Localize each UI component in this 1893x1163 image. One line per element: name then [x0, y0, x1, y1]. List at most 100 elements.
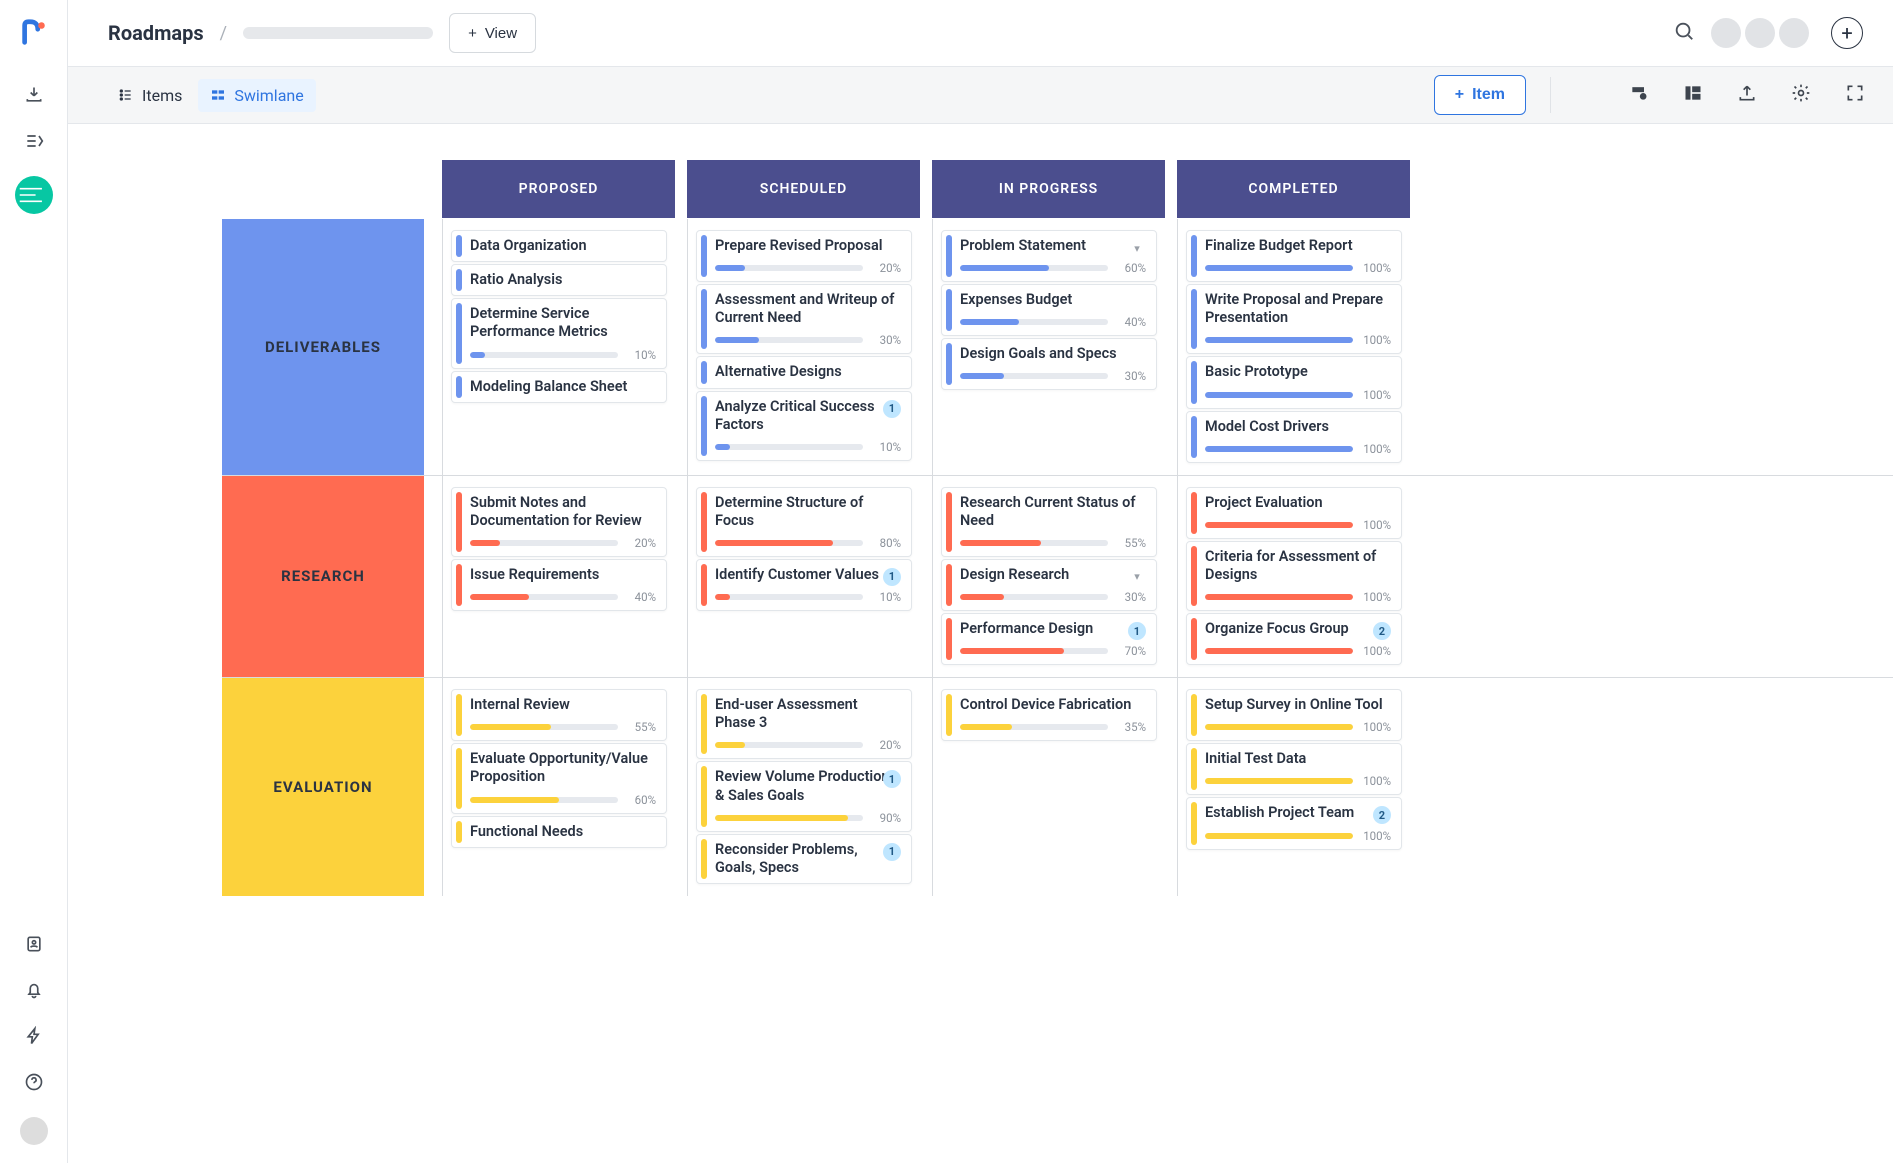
- lane-row: DELIVERABLES Data Organization Ratio Analy…: [222, 219, 1893, 475]
- link-settings-icon[interactable]: [1629, 83, 1649, 107]
- lane-label: DELIVERABLES: [222, 219, 424, 475]
- card[interactable]: Identify Customer Values110%: [696, 559, 912, 611]
- add-view-button[interactable]: + View: [449, 13, 536, 53]
- add-item-button[interactable]: + Item: [1434, 75, 1526, 115]
- card[interactable]: Issue Requirements 40%: [451, 559, 667, 611]
- chevron-down-icon[interactable]: ▾: [1128, 239, 1146, 257]
- progress-fill: [470, 797, 559, 803]
- progress-track: [715, 337, 863, 343]
- progress-row: 100%: [1205, 518, 1391, 532]
- card[interactable]: Determine Service Performance Metrics10%: [451, 298, 667, 368]
- progress-percent: 30%: [1114, 590, 1146, 604]
- progress-track: [715, 540, 863, 546]
- card-title: Expenses Budget: [960, 291, 1146, 309]
- card[interactable]: Setup Survey in Online Tool100%: [1186, 689, 1402, 741]
- tab-swimlane[interactable]: Swimlane: [198, 79, 315, 112]
- card[interactable]: Initial Test Data100%: [1186, 743, 1402, 795]
- progress-track: [1205, 392, 1353, 398]
- card[interactable]: Alternative Designs: [696, 356, 912, 388]
- tab-swimlane-label: Swimlane: [234, 86, 303, 105]
- help-icon[interactable]: [23, 1071, 45, 1093]
- card[interactable]: End-user Assessment Phase 320%: [696, 689, 912, 759]
- lane-cell: Determine Structure of Focus80%Identify …: [687, 476, 920, 678]
- lane-cell: Setup Survey in Online Tool100%Initial T…: [1177, 678, 1410, 896]
- layout-icon[interactable]: [1683, 83, 1703, 107]
- add-button[interactable]: +: [1831, 17, 1863, 49]
- progress-percent: 90%: [869, 811, 901, 825]
- card-title: Data Organization: [470, 237, 656, 255]
- progress-row: 100%: [1205, 720, 1391, 734]
- card-title: Issue Requirements: [470, 566, 656, 584]
- card[interactable]: Internal Review55%: [451, 689, 667, 741]
- progress-percent: 20%: [869, 261, 901, 275]
- card[interactable]: Control Device Fabrication35%: [941, 689, 1157, 741]
- avatar[interactable]: [1779, 18, 1809, 48]
- card[interactable]: Model Cost Drivers100%: [1186, 411, 1402, 463]
- card[interactable]: Determine Structure of Focus80%: [696, 487, 912, 557]
- card[interactable]: Evaluate Opportunity/Value Proposition60…: [451, 743, 667, 813]
- export-icon[interactable]: [1737, 83, 1757, 107]
- download-icon[interactable]: [23, 84, 45, 106]
- card[interactable]: Prepare Revised Proposal20%: [696, 230, 912, 282]
- breadcrumb-placeholder[interactable]: [243, 27, 433, 39]
- progress-fill: [960, 319, 1019, 325]
- chevron-down-icon[interactable]: ▾: [1128, 568, 1146, 586]
- progress-fill: [715, 594, 730, 600]
- bell-icon[interactable]: [23, 979, 45, 1001]
- card[interactable]: Ratio Analysis: [451, 264, 667, 296]
- card-title: Control Device Fabrication: [960, 696, 1146, 714]
- card-title: End-user Assessment Phase 3: [715, 696, 901, 732]
- avatar[interactable]: [1711, 18, 1741, 48]
- tab-items[interactable]: Items: [106, 79, 194, 112]
- card[interactable]: Expenses Budget40%: [941, 284, 1157, 336]
- count-badge: 1: [883, 400, 901, 418]
- card[interactable]: Review Volume Production & Sales Goals19…: [696, 761, 912, 831]
- card[interactable]: Organize Focus Group2100%: [1186, 613, 1402, 665]
- card[interactable]: Design Research▾ 30%: [941, 559, 1157, 611]
- progress-row: 40%: [470, 590, 656, 604]
- progress-track: [1205, 522, 1353, 528]
- progress-percent: 60%: [624, 793, 656, 807]
- progress-fill: [960, 594, 1004, 600]
- list-arrow-icon[interactable]: [23, 130, 45, 152]
- swimlane-nav-icon[interactable]: [15, 176, 53, 214]
- card[interactable]: Reconsider Problems, Goals, Specs1: [696, 834, 912, 884]
- card[interactable]: Finalize Budget Report100%: [1186, 230, 1402, 282]
- card[interactable]: Modeling Balance Sheet: [451, 371, 667, 403]
- progress-fill: [1205, 724, 1353, 730]
- card[interactable]: Criteria for Assessment of Designs100%: [1186, 541, 1402, 611]
- card[interactable]: Research Current Status of Need55%: [941, 487, 1157, 557]
- progress-percent: 100%: [1359, 518, 1391, 532]
- progress-fill: [715, 444, 730, 450]
- card[interactable]: Submit Notes and Documentation for Revie…: [451, 487, 667, 557]
- card[interactable]: Basic Prototype100%: [1186, 356, 1402, 408]
- card-title: Design Research: [960, 566, 1146, 584]
- fullscreen-icon[interactable]: [1845, 83, 1865, 107]
- progress-fill: [470, 540, 500, 546]
- progress-track: [715, 594, 863, 600]
- card[interactable]: Data Organization: [451, 230, 667, 262]
- progress-fill: [1205, 778, 1353, 784]
- card[interactable]: Analyze Critical Success Factors110%: [696, 391, 912, 461]
- card[interactable]: Project Evaluation100%: [1186, 487, 1402, 539]
- search-icon[interactable]: [1673, 20, 1695, 46]
- progress-row: 100%: [1205, 644, 1391, 658]
- progress-track: [960, 265, 1108, 271]
- progress-track: [1205, 724, 1353, 730]
- bolt-icon[interactable]: [23, 1025, 45, 1047]
- filter-icon[interactable]: [1575, 83, 1595, 107]
- progress-track: [960, 724, 1108, 730]
- board-scroll[interactable]: PROPOSEDSCHEDULEDIN PROGRESSCOMPLETED DE…: [68, 124, 1893, 1163]
- card[interactable]: Design Goals and Specs30%: [941, 338, 1157, 390]
- gear-icon[interactable]: [1791, 83, 1811, 107]
- card[interactable]: Performance Design170%: [941, 613, 1157, 665]
- card[interactable]: Functional Needs: [451, 816, 667, 848]
- card[interactable]: Problem Statement▾60%: [941, 230, 1157, 282]
- avatar[interactable]: [1745, 18, 1775, 48]
- card[interactable]: Establish Project Team2100%: [1186, 797, 1402, 849]
- user-avatar[interactable]: [20, 1117, 48, 1145]
- card[interactable]: Write Proposal and Prepare Presentation1…: [1186, 284, 1402, 354]
- contacts-icon[interactable]: [23, 933, 45, 955]
- card[interactable]: Assessment and Writeup of Current Need30…: [696, 284, 912, 354]
- progress-fill: [470, 594, 529, 600]
